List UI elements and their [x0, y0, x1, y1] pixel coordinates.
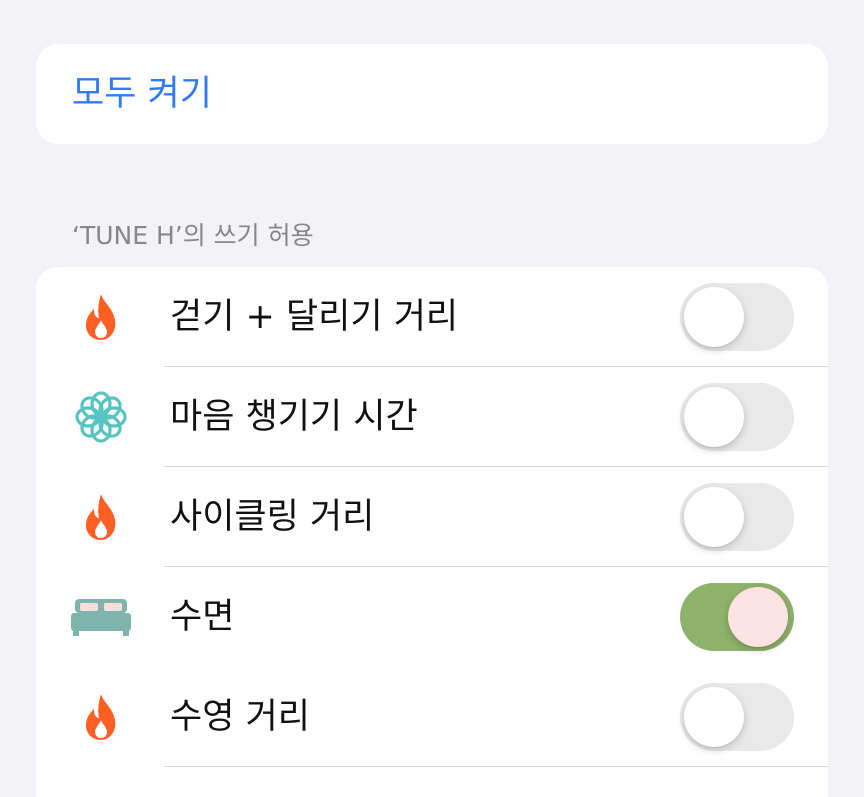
cycling-distance-toggle[interactable] [680, 483, 794, 551]
list-item-label: 수영 거리 [170, 697, 310, 737]
sleep-toggle[interactable] [680, 583, 794, 651]
divider [164, 766, 828, 767]
list-item-label: 걷기 + 달리기 거리 [170, 297, 459, 337]
flame-icon [66, 692, 136, 742]
list-item-cycling-distance[interactable]: 사이클링 거리 [36, 467, 828, 567]
section-header: ‘TUNE H’의 쓰기 허용 [72, 221, 314, 250]
list-item-walking-running-distance[interactable]: 걷기 + 달리기 거리 [36, 267, 828, 367]
mindful-minutes-toggle[interactable] [680, 383, 794, 451]
toggle-knob [684, 487, 744, 547]
toggle-knob [684, 387, 744, 447]
list-item-mindful-minutes[interactable]: 마음 챙기기 시간 [36, 367, 828, 467]
bed-icon [66, 592, 136, 642]
list-item-label: 사이클링 거리 [170, 497, 375, 537]
toggle-knob [728, 587, 788, 647]
list-item-sleep[interactable]: 수면 [36, 567, 828, 667]
toggle-knob [684, 287, 744, 347]
toggle-knob [684, 687, 744, 747]
turn-on-all-card: 모두 켜기 [36, 44, 828, 144]
swimming-distance-toggle[interactable] [680, 683, 794, 751]
permissions-list: 걷기 + 달리기 거리 마음 챙기기 시간 사이클링 거리 수면 수영 거리 [36, 267, 828, 797]
list-item-label: 수면 [170, 597, 235, 637]
list-item-label: 마음 챙기기 시간 [170, 397, 418, 437]
flame-icon [66, 292, 136, 342]
list-item-swimming-distance[interactable]: 수영 거리 [36, 667, 828, 767]
flame-icon [66, 492, 136, 542]
turn-on-all-button[interactable]: 모두 켜기 [72, 44, 212, 144]
mindfulness-flower-icon [66, 391, 136, 443]
walking-running-distance-toggle[interactable] [680, 283, 794, 351]
